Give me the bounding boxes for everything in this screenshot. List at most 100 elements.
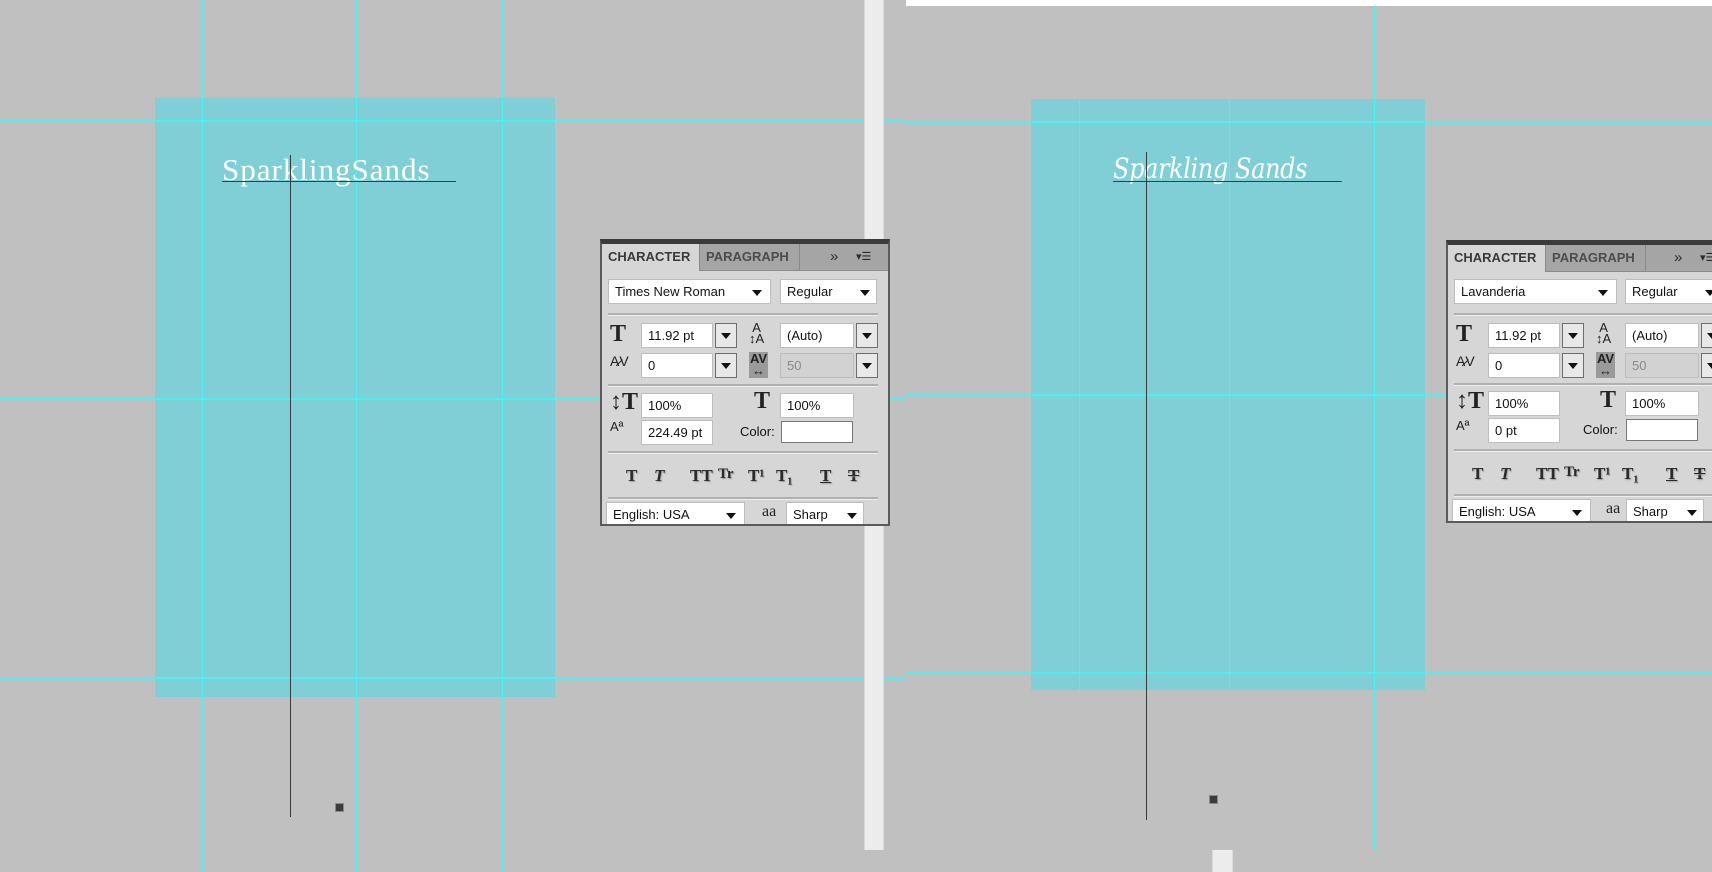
underline-button[interactable]: T — [1666, 464, 1677, 484]
right-leading-input[interactable]: (Auto) — [1625, 323, 1699, 348]
left-font-size-input[interactable]: 11.92 pt — [641, 323, 713, 348]
chevron-down-icon — [860, 290, 870, 296]
left-color-label: Color: — [740, 424, 775, 439]
right-font-style-select[interactable]: Regular — [1625, 279, 1712, 304]
strikethrough-button[interactable]: T — [848, 466, 859, 486]
left-tracking-input[interactable]: 50 — [780, 353, 854, 378]
right-document-scrollbar[interactable] — [1212, 850, 1233, 872]
strikethrough-button[interactable]: T — [1694, 464, 1705, 484]
left-guide-vertical-1[interactable] — [202, 0, 203, 872]
leading-icon: A ↕A — [1596, 320, 1612, 346]
left-canvas-text[interactable]: SparklingSands — [222, 152, 456, 188]
left-language-value: English: USA — [613, 507, 690, 522]
left-guide-vertical-2[interactable] — [356, 0, 357, 872]
chevron-down-icon — [721, 363, 731, 369]
right-canvas-text[interactable]: Sparkling Sands — [1113, 152, 1342, 185]
right-font-family-select[interactable]: Lavanderia — [1454, 279, 1617, 304]
right-tab-character[interactable]: CHARACTER — [1448, 245, 1546, 272]
left-text-baseline — [222, 181, 456, 182]
right-color-swatch[interactable] — [1626, 419, 1698, 441]
right-tracking-dropdown[interactable] — [1701, 353, 1712, 378]
left-leading-dropdown[interactable] — [856, 323, 878, 348]
antialias-icon: aa — [1606, 500, 1621, 517]
right-language-select[interactable]: English: USA — [1452, 499, 1591, 521]
chevron-down-icon — [1572, 510, 1582, 516]
kerning-icon: A̷V — [610, 353, 629, 369]
right-panel-menu-icon[interactable]: ▾☰ — [1700, 245, 1712, 271]
all-caps-button[interactable]: TT — [690, 466, 713, 486]
right-tab-paragraph[interactable]: PARAGRAPH — [1546, 245, 1646, 271]
right-guide-vertical-3[interactable] — [1374, 6, 1375, 850]
right-panel-expand-icon[interactable]: » — [1674, 245, 1682, 271]
faux-bold-button[interactable]: T — [1472, 464, 1483, 484]
left-font-size-dropdown[interactable] — [715, 323, 737, 348]
left-language-select[interactable]: English: USA — [606, 502, 745, 524]
baseline-shift-icon: Aª — [610, 419, 624, 434]
left-color-swatch[interactable] — [781, 421, 853, 443]
right-tracking-input[interactable]: 50 — [1625, 353, 1699, 378]
left-tab-paragraph[interactable]: PARAGRAPH — [700, 244, 800, 270]
left-panel-divider-1 — [608, 313, 878, 316]
right-guide-vertical-2[interactable] — [1229, 6, 1230, 850]
left-guide-horizontal-3[interactable] — [0, 677, 905, 679]
left-anchor-point[interactable] — [335, 803, 344, 812]
right-text-baseline — [1113, 181, 1342, 182]
small-caps-button[interactable]: Tr — [1564, 464, 1580, 481]
right-language-value: English: USA — [1459, 504, 1536, 519]
faux-bold-button[interactable]: T — [626, 466, 637, 486]
right-horizontal-scale-input[interactable]: 100% — [1625, 391, 1699, 416]
right-panel-divider-2 — [1454, 383, 1712, 386]
subscript-button[interactable]: T₁ — [1622, 464, 1638, 484]
right-baseline-shift-input[interactable]: 0 pt — [1488, 418, 1560, 443]
right-kerning-input[interactable]: 0 — [1488, 353, 1560, 378]
right-panel-tabbar: CHARACTER PARAGRAPH » ▾☰ — [1448, 245, 1712, 272]
left-baseline-shift-input[interactable]: 224.49 pt — [641, 420, 713, 445]
chevron-down-icon — [752, 290, 762, 296]
right-guide-horizontal-3[interactable] — [906, 672, 1712, 674]
subscript-button[interactable]: T₁ — [776, 466, 792, 486]
right-font-size-dropdown[interactable] — [1562, 323, 1584, 348]
right-vertical-scale-input[interactable]: 100% — [1488, 391, 1560, 416]
left-horizontal-scale-input[interactable]: 100% — [780, 393, 854, 418]
left-tracking-dropdown[interactable] — [856, 353, 878, 378]
left-vertical-scale-input[interactable]: 100% — [641, 393, 713, 418]
left-panel-menu-icon[interactable]: ▾☰ — [856, 244, 871, 270]
right-kerning-dropdown[interactable] — [1562, 353, 1584, 378]
left-font-family-select[interactable]: Times New Roman — [608, 279, 771, 304]
chevron-down-icon — [1707, 363, 1712, 369]
right-font-size-input[interactable]: 11.92 pt — [1488, 323, 1560, 348]
left-guide-vertical-3[interactable] — [502, 0, 503, 872]
right-antialias-select[interactable]: Sharp — [1626, 499, 1704, 521]
left-panel-tabbar: CHARACTER PARAGRAPH » ▾☰ — [602, 244, 888, 271]
right-leading-dropdown[interactable] — [1701, 323, 1712, 348]
left-panel-divider-3 — [608, 451, 878, 454]
left-tab-character[interactable]: CHARACTER — [602, 244, 700, 271]
right-anchor-point[interactable] — [1209, 795, 1218, 804]
kerning-icon: A̷V — [1456, 353, 1475, 369]
chevron-down-icon — [721, 333, 731, 339]
right-font-family-value: Lavanderia — [1461, 284, 1526, 299]
left-panel-expand-icon[interactable]: » — [830, 244, 838, 270]
left-kerning-input[interactable]: 0 — [641, 353, 713, 378]
right-guide-horizontal-1[interactable] — [906, 121, 1712, 123]
antialias-icon: aa — [762, 503, 777, 520]
small-caps-button[interactable]: Tr — [718, 466, 734, 483]
right-guide-vertical-1[interactable] — [1079, 6, 1080, 850]
font-size-icon: T — [1456, 321, 1473, 347]
left-leading-input[interactable]: (Auto) — [780, 323, 854, 348]
left-guide-horizontal-1[interactable] — [0, 120, 905, 122]
chevron-down-icon — [1705, 290, 1712, 296]
vertical-scale-icon: ↕T — [1456, 388, 1485, 414]
right-panel-divider-3 — [1454, 449, 1712, 452]
right-antialias-value: Sharp — [1633, 504, 1668, 519]
left-font-style-select[interactable]: Regular — [780, 279, 877, 304]
superscript-button[interactable]: T¹ — [748, 466, 764, 486]
all-caps-button[interactable]: TT — [1536, 464, 1559, 484]
superscript-button[interactable]: T¹ — [1594, 464, 1610, 484]
right-document-top-edge — [906, 0, 1712, 6]
left-kerning-dropdown[interactable] — [715, 353, 737, 378]
faux-italic-button[interactable]: T — [1500, 464, 1510, 484]
underline-button[interactable]: T — [820, 466, 831, 486]
left-antialias-select[interactable]: Sharp — [786, 502, 864, 524]
faux-italic-button[interactable]: T — [654, 466, 664, 486]
